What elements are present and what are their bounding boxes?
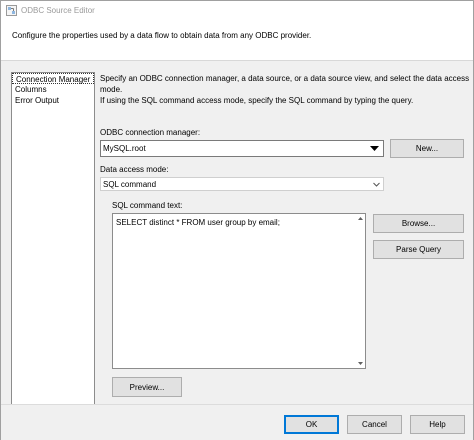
connection-manager-label: ODBC connection manager: [100, 128, 201, 137]
new-connection-button[interactable]: New... [390, 139, 464, 158]
dialog-footer [1, 404, 473, 440]
browse-button[interactable]: Browse... [373, 214, 464, 233]
scroll-down-icon[interactable] [356, 359, 365, 368]
nav-item-columns[interactable]: Columns [12, 84, 94, 95]
intro-line-1: Specify an ODBC connection manager, a da… [100, 74, 470, 94]
sql-command-text[interactable]: SELECT distinct * FROM user group by ema… [116, 218, 280, 227]
preview-button[interactable]: Preview... [112, 377, 182, 397]
sql-command-label: SQL command text: [112, 201, 183, 210]
title-bar[interactable]: ODBC Source Editor [1, 1, 473, 21]
chevron-down-icon[interactable] [372, 180, 381, 189]
intro-line-2: If using the SQL command access mode, sp… [100, 96, 414, 105]
scroll-up-icon[interactable] [356, 214, 365, 223]
connection-manager-combobox[interactable]: MySQL.root [100, 140, 384, 157]
parse-query-button[interactable]: Parse Query [373, 240, 464, 259]
app-icon [6, 5, 17, 16]
access-mode-value: SQL command [103, 180, 157, 189]
editor-description: Configure the properties used by a data … [12, 31, 312, 40]
intro-text: Specify an ODBC connection manager, a da… [100, 73, 470, 106]
access-mode-label: Data access mode: [100, 165, 169, 174]
nav-item-error-output[interactable]: Error Output [12, 95, 94, 106]
window-title: ODBC Source Editor [21, 6, 95, 15]
connection-manager-value: MySQL.root [103, 144, 146, 153]
odbc-source-editor-window: ODBC Source Editor Configure the propert… [0, 0, 474, 440]
nav-item-connection-manager[interactable]: Connection Manager [12, 73, 94, 84]
ok-button[interactable]: OK [284, 415, 339, 434]
cancel-button[interactable]: Cancel [347, 415, 402, 434]
access-mode-select[interactable]: SQL command [100, 177, 384, 191]
page-navigation-list: Connection Manager Columns Error Output [11, 72, 95, 408]
chevron-down-icon[interactable] [368, 143, 381, 154]
header-band: Configure the properties used by a data … [1, 21, 473, 61]
help-button[interactable]: Help [410, 415, 465, 434]
sql-command-textarea[interactable]: SELECT distinct * FROM user group by ema… [112, 213, 366, 369]
